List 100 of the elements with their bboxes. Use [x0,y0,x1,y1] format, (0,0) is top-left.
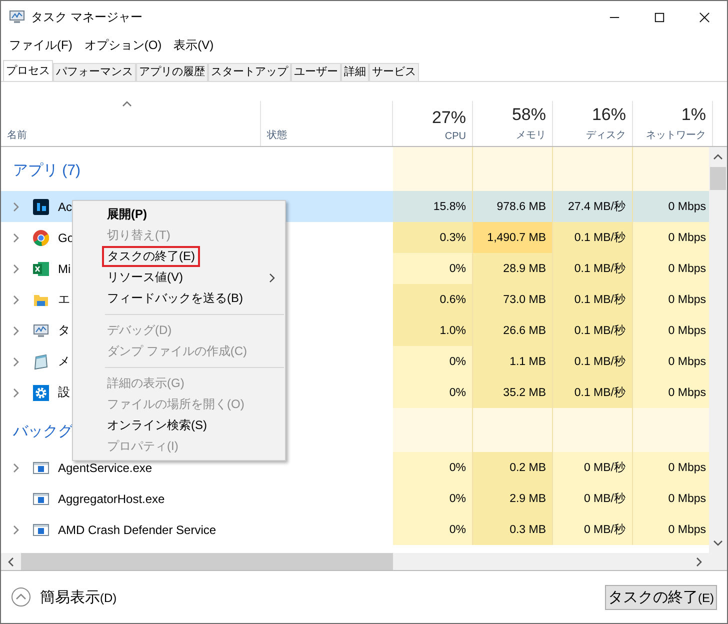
table-cell: 0.1 MB/秒 [553,284,633,315]
end-task-button[interactable]: タスクの終了(E) [605,584,717,610]
table-cell: 0% [393,377,473,408]
table-cell: 0 Mbps [633,346,709,377]
process-name: Mi [58,262,71,276]
table-cell: 0 MB/秒 [553,483,633,514]
expand-chevron-icon[interactable] [13,524,19,534]
menu-item[interactable]: 展開(P) [102,204,152,225]
scrollbar-thumb[interactable] [710,167,726,190]
table-cell: 0.6% [393,284,473,315]
column-header[interactable]: 状態 [267,128,386,142]
tab[interactable]: 詳細 [341,63,369,81]
table-cell: 0.3% [393,222,473,253]
table-cell: 0 Mbps [633,377,709,408]
table-cell: 73.0 MB [473,284,553,315]
tab[interactable]: ユーザー [291,63,341,81]
table-cell: 0.3 MB [473,514,553,545]
window-icon [33,522,49,538]
expand-chevron-icon[interactable] [13,264,19,274]
menu-item[interactable]: フィードバックを送る(B) [102,288,248,309]
monitor-icon [33,322,49,338]
column-header[interactable]: メモリ [516,128,546,142]
expand-chevron-icon[interactable] [13,294,19,304]
column-header[interactable]: ディスク [586,128,626,142]
table-cell: 0.1 MB/秒 [553,377,633,408]
table-cell: 27.4 MB/秒 [553,191,633,222]
menu-item[interactable]: 表示(V) [174,36,214,54]
table-cell: 1.1 MB [473,346,553,377]
menu-item[interactable]: オンライン検索(S) [102,415,212,436]
column-total: 27% [432,108,466,128]
table-cell: 0 Mbps [633,514,709,545]
column-header[interactable]: ネットワーク [646,128,706,142]
process-name: AgentService.exe [58,460,152,474]
table-cell: 26.6 MB [473,315,553,346]
table-cell: 0 Mbps [633,253,709,284]
table-cell: 0.1 MB/秒 [553,253,633,284]
table-cell: 0 Mbps [633,284,709,315]
process-name: エ [58,291,70,308]
tab[interactable]: アプリの履歴 [136,63,208,81]
column-header[interactable]: 名前 [7,128,254,142]
column-total: 16% [592,105,626,125]
table-cell: 1,490.7 MB [473,222,553,253]
maximize-icon[interactable] [654,12,665,22]
expand-chevron-icon[interactable] [13,326,19,336]
expand-chevron-icon[interactable] [13,388,19,398]
expand-chevron-icon[interactable] [13,232,19,242]
table-cell: 0 Mbps [633,315,709,346]
tab[interactable]: スタートアップ [208,63,291,81]
expand-chevron-icon[interactable] [13,462,19,472]
scroll-down-icon[interactable] [713,540,723,546]
table-cell: 978.6 MB [473,191,553,222]
table-cell: 0% [393,452,473,483]
table-cell: 35.2 MB [473,377,553,408]
menu-item[interactable]: ファイル(F) [9,36,72,54]
gear-icon [33,384,49,400]
table-cell: 0% [393,253,473,284]
menu-item[interactable]: タスクの終了(E) [102,246,200,267]
window-icon [33,460,49,476]
tab[interactable]: パフォーマンス [53,63,136,81]
notepad-icon [33,354,49,370]
menu-item[interactable]: オプション(O) [84,36,162,54]
table-cell: 0 Mbps [633,452,709,483]
table-cell: 2.9 MB [473,483,553,514]
table-cell: 1.0% [393,315,473,346]
expand-chevron-icon[interactable] [13,356,19,366]
group-heading: バックグ [13,422,73,441]
spreadsheet-icon [33,260,49,276]
table-cell: 0.1 MB/秒 [553,315,633,346]
table-cell: 28.9 MB [473,253,553,284]
photo-editor-icon [33,198,49,214]
table-cell: 0 MB/秒 [553,514,633,545]
table-cell: 0 Mbps [633,222,709,253]
menu-item[interactable]: リソース値(V) [102,267,188,288]
tab[interactable]: サービス [369,63,419,81]
group-heading: アプリ (7) [13,161,80,180]
column-total: 58% [512,105,546,125]
table-cell: 0 Mbps [633,483,709,514]
expand-chevron-icon[interactable] [13,202,19,212]
close-icon[interactable] [699,12,710,22]
monitor-icon [9,9,25,25]
fewer-details-link[interactable]: 簡易表示(D) [40,588,117,606]
scroll-right-icon[interactable] [696,556,702,566]
process-name: メ [58,353,70,370]
table-cell: 0.1 MB/秒 [553,346,633,377]
scrollbar-thumb[interactable] [21,553,393,570]
table-cell: 0.1 MB/秒 [553,222,633,253]
process-name: タ [58,322,70,339]
process-name: 設 [58,384,70,401]
tab[interactable]: プロセス [3,60,53,81]
collapse-circle-icon[interactable] [11,587,31,607]
column-header[interactable]: CPU [444,131,466,142]
scroll-left-icon[interactable] [8,556,14,566]
process-name: AggregatorHost.exe [58,492,165,506]
column-total: 1% [681,105,706,125]
table-cell: 0% [393,483,473,514]
scroll-up-icon[interactable] [713,154,723,160]
window-title: タスク マネージャー [31,8,142,26]
window-icon [33,490,49,506]
process-name: AMD Crash Defender Service [58,522,216,536]
process-name: Ac [58,200,72,214]
